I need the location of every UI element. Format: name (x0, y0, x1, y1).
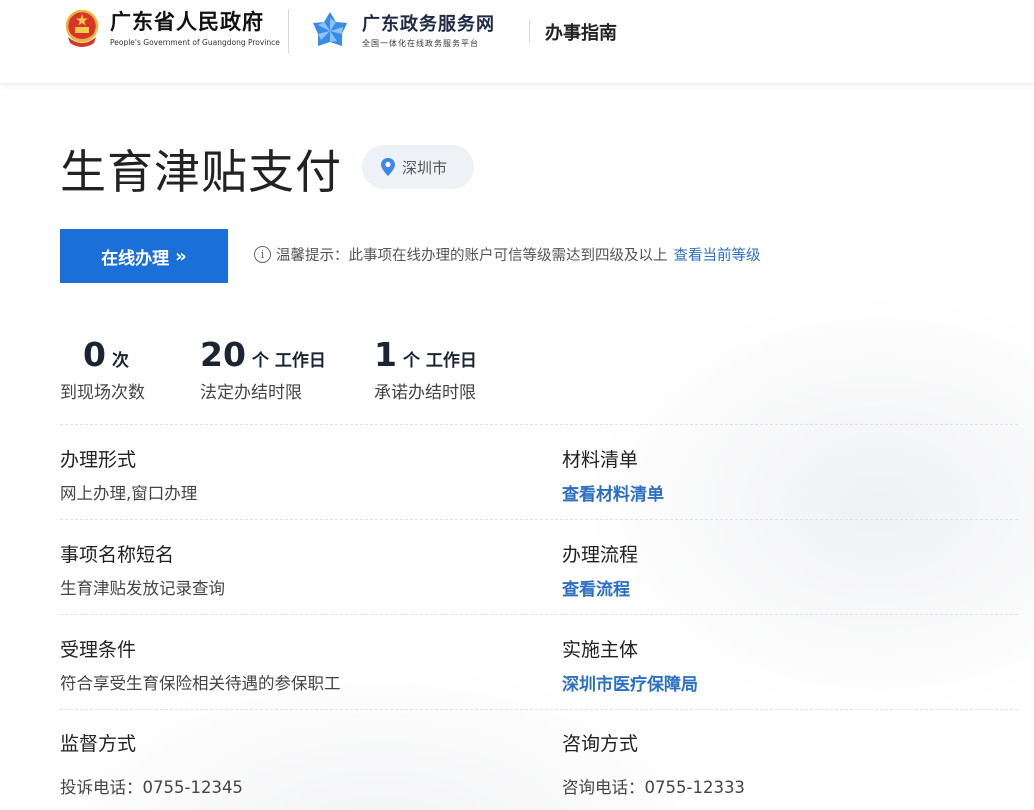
field-value: 咨询电话：0755-12333 (562, 778, 745, 797)
gov-title[interactable]: 广东省人民政府 (110, 6, 264, 36)
field-title: 实施主体 (562, 639, 639, 661)
double-chevron-right-icon: » (175, 245, 187, 267)
field-title: 事项名称短名 (60, 544, 175, 566)
stat-label: 法定办结时限 (200, 383, 302, 403)
portal-title[interactable]: 广东政务服务网 (362, 10, 495, 36)
field-materials: 材料清单 查看材料清单 (562, 445, 664, 505)
tip-text: 温馨提示：此事项在线办理的账户可信等级需达到四级及以上 (276, 248, 668, 264)
stat-unit: 次 (111, 351, 129, 371)
online-apply-label: 在线办理 (101, 248, 170, 269)
portal-logo-icon[interactable] (309, 10, 351, 52)
page-title: 生育津贴支付 (60, 145, 342, 199)
info-icon: i (254, 246, 271, 263)
city-tag[interactable]: 深圳市 (362, 145, 474, 189)
row-divider (60, 519, 1018, 520)
stat-unit: 个 工作日 (251, 351, 326, 371)
authority-link[interactable]: 深圳市医疗保障局 (562, 670, 698, 695)
stat-value: 1 (374, 335, 397, 374)
site-header: 广东省人民政府 People's Government of Guangdong… (0, 0, 1034, 84)
stat-promised-limit: 1 个 工作日 承诺办结时限 (374, 335, 477, 403)
field-value: 符合享受生育保险相关待遇的参保职工 (60, 674, 341, 693)
stat-unit: 个 工作日 (402, 351, 477, 371)
field-title: 受理条件 (60, 639, 137, 661)
row-divider (60, 424, 1018, 425)
row-divider (60, 709, 1018, 710)
field-consultation: 咨询方式 咨询电话：0755-12333 (562, 729, 745, 798)
field-value: 投诉电话：0755-12345 (60, 778, 243, 797)
field-title: 办理形式 (60, 449, 137, 471)
row-divider (60, 614, 1018, 615)
view-process-link[interactable]: 查看流程 (562, 575, 630, 600)
field-title: 咨询方式 (562, 733, 639, 755)
header-divider (288, 9, 289, 53)
stat-label: 到现场次数 (60, 383, 145, 403)
field-value: 网上办理,窗口办理 (60, 484, 198, 503)
view-materials-link[interactable]: 查看材料清单 (562, 480, 664, 505)
stat-value: 20 (200, 335, 246, 374)
stat-legal-limit: 20 个 工作日 法定办结时限 (200, 335, 326, 403)
view-level-link[interactable]: 查看当前等级 (674, 244, 761, 265)
field-title: 办理流程 (562, 544, 639, 566)
field-conditions: 受理条件 符合享受生育保险相关待遇的参保职工 (60, 635, 341, 694)
location-pin-icon (381, 158, 395, 176)
national-emblem-icon[interactable] (64, 9, 100, 49)
field-process: 办理流程 查看流程 (562, 540, 638, 600)
header-divider (529, 20, 530, 42)
field-value: 生育津贴发放记录查询 (60, 579, 225, 598)
stat-label: 承诺办结时限 (374, 383, 476, 403)
field-short-name: 事项名称短名 生育津贴发放记录查询 (60, 540, 225, 599)
section-title[interactable]: 办事指南 (545, 19, 617, 45)
stat-visits: 0 次 到现场次数 (60, 335, 145, 403)
field-form: 办理形式 网上办理,窗口办理 (60, 445, 197, 504)
stat-value: 0 (83, 335, 106, 374)
field-title: 材料清单 (562, 449, 639, 471)
field-supervision: 监督方式 投诉电话：0755-12345 (60, 729, 243, 798)
portal-subtitle: 全国一体化在线政务服务平台 (362, 39, 479, 48)
field-authority: 实施主体 深圳市医疗保障局 (562, 635, 698, 695)
city-label: 深圳市 (402, 158, 448, 177)
online-apply-button[interactable]: 在线办理 » (60, 229, 228, 283)
field-title: 监督方式 (60, 733, 137, 755)
gov-subtitle: People's Government of Guangdong Provinc… (110, 38, 280, 47)
warm-tip: i 温馨提示：此事项在线办理的账户可信等级需达到四级及以上 查看当前等级 (254, 244, 761, 265)
